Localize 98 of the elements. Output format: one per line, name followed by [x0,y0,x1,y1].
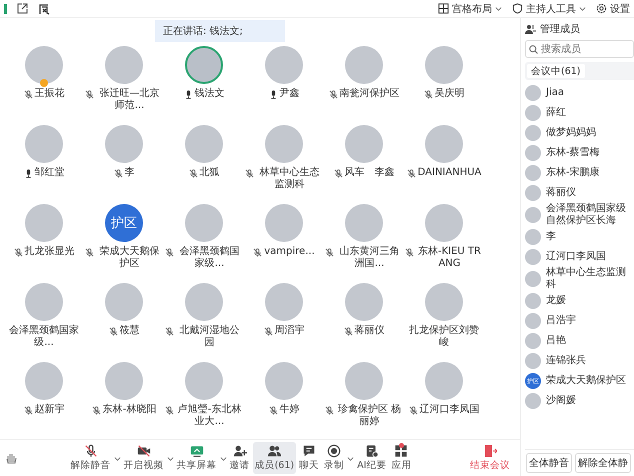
avatar-placeholder [525,353,541,369]
member-name[interactable]: 吕艳 [546,335,566,347]
participant-name: 会泽黑颈鹤国家级... [8,325,80,349]
participant-name: 会泽黑颈鹤国家级... [178,246,240,270]
grid-layout-icon [438,3,449,14]
member-name[interactable]: 李 [546,231,556,243]
record-icon [327,444,342,458]
toolbar-button[interactable]: 录制 [322,442,346,474]
avatar-placeholder [525,105,541,121]
avatar-placeholder [525,313,541,329]
participant-name: 张迁旺—北京师范... [98,88,160,112]
panel-button[interactable]: 解除全体静 [575,453,631,473]
participant-name: 邹红堂 [34,167,64,179]
member-name[interactable]: 荣成大天鹅保护区 [546,375,626,387]
avatar-placeholder [525,229,541,245]
status-bar-icon [4,4,7,14]
avatar-placeholder [525,185,541,201]
participant-name: 东林-KIEU TRANG [417,246,482,270]
participant-name: 李 [124,167,134,179]
participant-name: 周滔宇 [274,325,304,337]
toolbar-button[interactable]: 邀请 [228,442,252,474]
avatar-placeholder [525,333,541,349]
avatar-placeholder [525,393,541,409]
toolbar-button[interactable]: 成员(61) [252,442,296,474]
chat-icon [302,444,316,458]
toolbar-button[interactable]: 主持人工具 [512,2,586,16]
avatar-placeholder [525,293,541,309]
member-name[interactable]: 辽河口李凤国 [546,251,606,263]
participant-name: 北狐 [200,167,220,179]
participant-name: 山东黄河三角洲国... [338,246,400,270]
participant-name: 筱慧 [120,325,140,337]
member-name[interactable]: 林草中心生态监测科 [546,267,634,291]
settings-icon [596,3,607,14]
member-name[interactable]: 做梦妈妈妈 [546,127,596,139]
participant-name: DAINIANHUA [418,167,482,179]
participant-name: 风车 李鑫 [344,167,394,179]
toolbar-button[interactable]: 聊天 [297,442,322,474]
participant-name: 尹鑫 [280,88,300,100]
logo-icon [38,2,50,14]
participant-name: 北戴河湿地公园 [178,325,240,349]
tab[interactable]: 会议中(61) [527,64,584,78]
avatar-placeholder [525,165,541,181]
toolbar-button[interactable]: 解除静音 [68,442,113,474]
panel-button[interactable]: 全体静音 [526,453,572,473]
end-meeting-button[interactable]: 结束会议 [464,443,516,473]
participant-name: vampire... [264,246,315,258]
text-avatar: 护区 [105,204,143,242]
participant-name: 扎龙保护区刘赞峻 [408,325,480,349]
add-person-icon [232,444,247,458]
participant-name: 荣成大天鹅保护区 [98,246,160,270]
avatar-placeholder [525,207,541,223]
participant-name: 钱法文 [194,88,224,100]
toolbar-button[interactable]: 共享屏幕 [174,442,219,474]
member-name[interactable]: 连锦张兵 [546,355,586,367]
participant-name: 吴庆明 [434,88,464,100]
document-icon [364,444,379,458]
exit-door-icon [484,444,496,458]
participant-name: 林草中心生态监测科 [258,167,320,191]
avatar-placeholder [525,85,541,101]
toolbar-button[interactable]: AI纪要 [355,442,388,474]
speaking-banner: 正在讲话: 钱法文; [155,20,285,42]
participant-name: 东林-林晓阳 [102,404,156,416]
participant-name: 蒋丽仪 [354,325,384,337]
people-icon [267,444,282,458]
avatar-placeholder [525,249,541,265]
avatar-placeholder [525,271,541,287]
member-name[interactable]: 薛红 [546,107,566,119]
participant-name: 赵新宇 [34,404,64,416]
participant-name: 扎龙张显光 [24,246,74,258]
toolbar-button[interactable]: 宫格布局 [438,2,502,16]
external-window-icon[interactable] [17,3,28,14]
participant-name: 卢旭瑩-东北林业大... [176,404,242,428]
mic-muted-icon [84,444,98,458]
toolbar-button[interactable]: 应用 [389,442,414,474]
participant-name: 牛婷 [280,404,300,416]
member-name[interactable]: 东林-宋鹏康 [546,167,600,179]
camera-off-icon [136,444,151,458]
panel-title: 管理成员 [540,22,580,36]
shield-icon [512,3,523,14]
member-name[interactable]: 沙阁媛 [546,395,576,407]
avatar-placeholder [525,145,541,161]
people-icon [525,24,536,34]
toolbar-button[interactable]: 设置 [596,2,630,16]
member-name[interactable]: 会泽黑颈鹤国家级自然保护区长海 [546,203,634,227]
member-name[interactable]: 吕浩宇 [546,315,576,327]
member-name[interactable]: 东林-蔡雪梅 [546,147,600,159]
participant-name: 辽河口李凤国 [420,404,480,416]
member-name[interactable]: Jiaa [546,87,564,99]
search-field[interactable]: 搜索成员 [525,40,634,58]
avatar-placeholder [525,125,541,141]
hand-icon[interactable] [4,451,18,465]
toolbar-button[interactable]: 开启视频 [122,442,166,474]
screen-share-icon [190,444,204,458]
participant-name: 珍禽保护区 杨丽婷 [336,404,402,428]
participant-name: 南瓮河保护区 [340,88,400,100]
member-name[interactable]: 蒋丽仪 [546,187,576,199]
participant-name: 王振花 [34,88,64,100]
member-name[interactable]: 龙媛 [546,295,566,307]
